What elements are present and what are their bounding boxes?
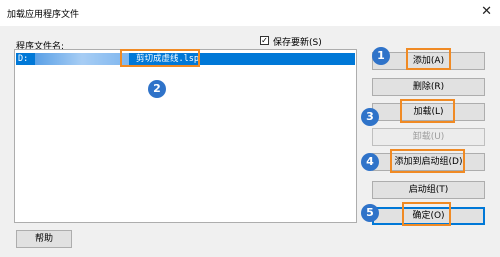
highlight-add <box>406 48 451 70</box>
callout-badge-2: 2 <box>148 80 166 98</box>
callout-badge-3: 3 <box>361 108 379 126</box>
unload-button[interactable]: 卸载(U) <box>372 128 485 146</box>
callout-badge-1: 1 <box>372 47 390 65</box>
title-bar: 加载应用程序文件 ✕ <box>0 0 500 26</box>
remove-button[interactable]: 删除(R) <box>372 78 485 96</box>
highlight-ok <box>402 202 451 226</box>
highlight-add-startup <box>390 149 465 173</box>
startup-suite-button[interactable]: 启动组(T) <box>372 181 485 199</box>
redacted-path <box>35 53 129 65</box>
save-list-label[interactable]: 保存要新(S) <box>273 35 322 48</box>
highlight-load <box>400 99 455 123</box>
save-list-checkbox[interactable]: ✓ <box>260 36 269 45</box>
file-drive: D: <box>18 54 29 64</box>
file-listbox[interactable]: D: 剪切成虚线.lsp <box>14 49 357 223</box>
highlight-file <box>120 49 200 67</box>
callout-badge-5: 5 <box>361 204 379 222</box>
callout-badge-4: 4 <box>361 153 379 171</box>
help-button[interactable]: 帮助 <box>16 230 72 248</box>
window-title: 加载应用程序文件 <box>7 10 80 20</box>
close-icon[interactable]: ✕ <box>481 4 492 19</box>
